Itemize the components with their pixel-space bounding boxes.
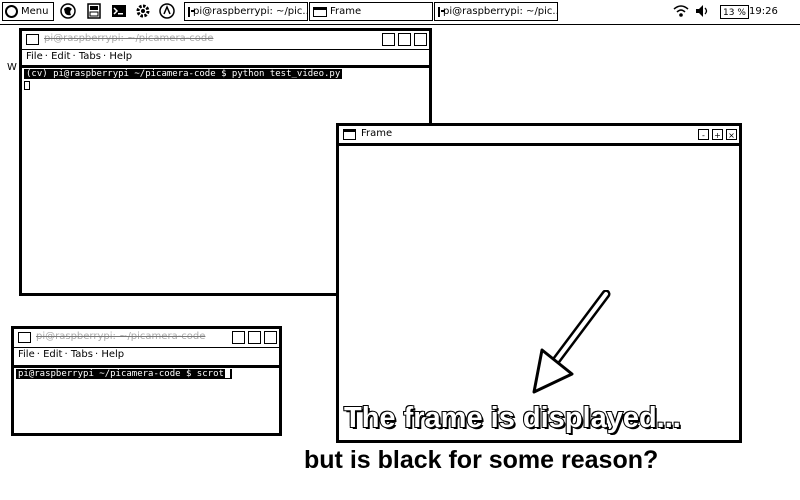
caption-line-2: but is black for some reason? <box>304 446 659 474</box>
task-button-terminal-1[interactable]: pi@raspberrypi: ~/pic... <box>184 2 308 21</box>
raspberry-pi-icon <box>5 5 18 18</box>
terminal-output-area[interactable]: pi@raspberrypi ~/picamera-code $ scrot <box>14 365 279 433</box>
task-label: pi@raspberrypi: ~/pic... <box>443 6 558 17</box>
window-icon <box>313 6 327 17</box>
caption-line-1: The frame is displayed... <box>343 401 682 435</box>
menu-file[interactable]: File <box>18 349 35 360</box>
window-titlebar[interactable]: pi@raspberrypi: ~/picamera-code <box>14 329 279 348</box>
menu-edit[interactable]: Edit <box>51 51 70 62</box>
clock[interactable]: 19:26 <box>749 2 778 21</box>
maximize-button[interactable] <box>398 33 411 46</box>
volume-icon[interactable] <box>694 3 710 19</box>
window-titlebar[interactable]: Frame - + × <box>339 126 739 146</box>
menu-edit[interactable]: Edit <box>43 349 62 360</box>
settings-gear-icon[interactable] <box>135 3 151 19</box>
clock-text: 19:26 <box>749 6 778 17</box>
mathematica-icon[interactable] <box>159 3 175 19</box>
terminal-icon <box>18 332 31 343</box>
minimize-button[interactable] <box>382 33 395 46</box>
annotation-arrow-icon <box>532 290 611 394</box>
text-cursor <box>224 369 230 378</box>
window-titlebar[interactable]: pi@raspberrypi: ~/picamera-code <box>22 31 429 50</box>
close-button[interactable] <box>264 331 277 344</box>
battery-indicator[interactable]: 13 % <box>720 2 749 21</box>
terminal-prompt: pi@raspberrypi ~/picamera-code $ scrot <box>16 369 232 379</box>
terminal-window-bottom[interactable]: pi@raspberrypi: ~/picamera-code File · Ed… <box>11 326 282 436</box>
menu-label: Menu <box>21 6 49 17</box>
task-label: Frame <box>330 6 362 17</box>
close-button[interactable]: × <box>726 129 737 140</box>
menu-help[interactable]: Help <box>101 349 124 360</box>
minimize-button[interactable]: - <box>698 129 709 140</box>
prompt-text: pi@raspberrypi ~/picamera-code $ scrot <box>18 369 224 379</box>
maximize-button[interactable] <box>248 331 261 344</box>
stray-text: W <box>7 62 17 73</box>
web-browser-icon[interactable] <box>60 3 76 19</box>
terminal-icon <box>188 6 195 17</box>
terminal-icon[interactable] <box>111 3 127 19</box>
window-title: Frame <box>361 128 393 139</box>
text-cursor <box>24 81 30 90</box>
file-manager-icon[interactable] <box>86 3 102 19</box>
maximize-button[interactable]: + <box>712 129 723 140</box>
window-title: pi@raspberrypi: ~/picamera-code <box>36 331 206 342</box>
prompt-text: (cv) pi@raspberrypi ~/picamera-code $ py… <box>26 69 341 79</box>
menu-file[interactable]: File <box>26 51 43 62</box>
window-title: pi@raspberrypi: ~/picamera-code <box>44 33 214 44</box>
menu-tabs[interactable]: Tabs <box>71 349 93 360</box>
terminal-icon <box>438 6 445 17</box>
terminal-prompt: (cv) pi@raspberrypi ~/picamera-code $ py… <box>24 69 343 79</box>
menu-tabs[interactable]: Tabs <box>79 51 101 62</box>
menu-help[interactable]: Help <box>109 51 132 62</box>
task-label: pi@raspberrypi: ~/pic... <box>193 6 308 17</box>
wifi-icon[interactable] <box>673 3 689 19</box>
taskbar: Menu pi@raspberrypi: ~/pic... Frame pi@r… <box>0 0 800 25</box>
terminal-icon <box>26 34 39 45</box>
menu-button[interactable]: Menu <box>2 2 54 21</box>
terminal-menubar: File · Edit · Tabs · Help <box>18 349 125 360</box>
terminal-menubar: File · Edit · Tabs · Help <box>26 51 133 62</box>
battery-percent: 13 % <box>720 4 749 19</box>
task-button-terminal-2[interactable]: pi@raspberrypi: ~/pic... <box>434 2 558 21</box>
minimize-button[interactable] <box>232 331 245 344</box>
window-icon <box>343 129 356 140</box>
close-button[interactable] <box>414 33 427 46</box>
task-button-frame[interactable]: Frame <box>309 2 433 21</box>
